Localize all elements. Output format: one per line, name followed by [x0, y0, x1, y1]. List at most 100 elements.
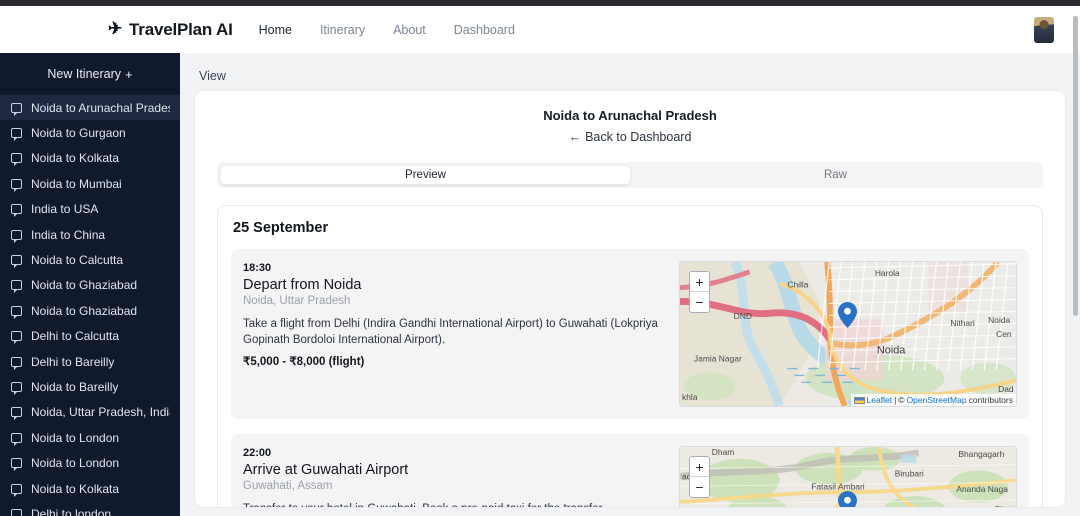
sidebar-item-label: Noida to Ghaziabad	[31, 278, 138, 293]
map-zoom-in-button[interactable]: +	[690, 457, 709, 477]
airplane-icon: ✈	[108, 19, 123, 38]
sidebar-item[interactable]: Delhi to london	[0, 501, 180, 516]
chat-bubble-icon	[11, 255, 22, 269]
brand-logo[interactable]: ✈ TravelPlan AI	[108, 20, 233, 40]
leaflet-link[interactable]: Leaflet	[867, 395, 893, 405]
sidebar-item[interactable]: Noida to Calcutta	[0, 247, 180, 272]
page-title: Noida to Arunachal Pradesh	[543, 108, 717, 123]
openstreetmap-link[interactable]: OpenStreetMap	[907, 395, 967, 405]
event-time: 22:00	[243, 447, 272, 459]
sidebar-item-label: Noida to Kolkata	[31, 481, 120, 496]
map-place-label: Jamia Nagar	[694, 354, 742, 364]
nav-link-itinerary[interactable]: Itinerary	[320, 23, 365, 37]
brand-name: TravelPlan AI	[129, 19, 233, 39]
chat-bubble-icon	[11, 305, 22, 319]
event-description: Transfer to your hotel in Guwahati. Book…	[243, 502, 665, 507]
chat-bubble-icon	[11, 229, 22, 243]
chat-bubble-icon	[11, 458, 22, 472]
nav-link-home[interactable]: Home	[259, 23, 292, 37]
chat-bubble-icon	[11, 331, 22, 345]
attrib-suffix: contributors	[968, 395, 1013, 405]
chat-bubble-icon	[11, 483, 22, 497]
sidebar-item[interactable]: Noida to Mumbai	[0, 171, 180, 196]
sidebar-item-label: Delhi to Bareilly	[31, 354, 115, 369]
chat-bubble-icon	[11, 153, 22, 167]
sidebar-item[interactable]: Delhi to Bareilly	[0, 349, 180, 374]
sidebar-item-label: Noida to London	[31, 430, 120, 445]
tab-raw[interactable]: Raw	[631, 165, 1040, 185]
day-panel: 25 September 18:30 Depart from Noida Noida…	[217, 205, 1043, 507]
sidebar-item[interactable]: Noida to London	[0, 450, 180, 475]
sidebar-item[interactable]: Noida to Gurgaon	[0, 120, 180, 145]
itinerary-list: Noida to Arunachal Pradesh Noida to Gurga…	[0, 95, 180, 516]
new-itinerary-button[interactable]: New Itinerary +	[0, 53, 180, 95]
map-place-label: Bhangagarh	[958, 449, 1004, 459]
map-place-label: Noida	[988, 315, 1010, 325]
sidebar-item-label: India to China	[31, 227, 106, 242]
map-zoom-in-button[interactable]: +	[690, 272, 709, 292]
event-location: Guwahati, Assam	[243, 480, 333, 492]
event-map[interactable]: Harola Chilla DND Nithari Noida Cen Noida Jamia…	[679, 261, 1017, 407]
plus-icon: +	[125, 66, 133, 82]
map-place-label: Cen	[996, 329, 1012, 339]
attrib-separator: |	[894, 395, 897, 405]
main-content: View Noida to Arunachal Pradesh ← Back to…	[180, 53, 1080, 516]
map-place-label: DND	[734, 311, 752, 321]
sidebar-item[interactable]: India to USA	[0, 197, 180, 222]
chat-bubble-icon	[11, 128, 22, 142]
sidebar-item[interactable]: Noida, Uttar Pradesh, India to Ghaz	[0, 400, 180, 425]
itinerary-event: 18:30 Depart from Noida Noida, Uttar Prade…	[231, 249, 1029, 419]
sidebar-item[interactable]: Noida to London	[0, 425, 180, 450]
copyright-symbol: ©	[898, 395, 905, 405]
view-label: View	[199, 69, 226, 83]
sidebar-item-label: Noida to Bareilly	[31, 379, 119, 394]
body-row: New Itinerary + Noida to Arunachal Prade…	[0, 53, 1080, 516]
chat-bubble-icon	[11, 381, 22, 395]
map-zoom-out-button[interactable]: −	[690, 292, 709, 312]
sidebar: New Itinerary + Noida to Arunachal Prade…	[0, 53, 180, 516]
sidebar-item-label: Noida to Arunachal Pradesh	[31, 100, 170, 115]
map-place-label: Nithari	[950, 318, 975, 328]
event-description: Take a flight from Delhi (Indira Gandhi …	[243, 318, 658, 346]
leaflet-flag-icon	[853, 396, 865, 404]
map-zoom-out-button[interactable]: −	[690, 477, 709, 497]
sidebar-item[interactable]: Noida to Kolkata	[0, 476, 180, 501]
new-itinerary-label: New Itinerary	[47, 67, 122, 81]
sidebar-item[interactable]: Noida to Kolkata	[0, 146, 180, 171]
sidebar-item-label: Noida to Ghaziabad	[31, 303, 138, 318]
map-place-label: khla	[682, 392, 698, 402]
sidebar-item[interactable]: Noida to Bareilly	[0, 374, 180, 399]
view-mode-tabs: Preview Raw	[217, 162, 1043, 188]
chat-bubble-icon	[11, 178, 22, 192]
map-location-pin[interactable]	[838, 491, 857, 507]
chat-bubble-icon	[11, 280, 22, 294]
user-avatar[interactable]	[1034, 16, 1054, 43]
event-info: 22:00 Arrive at Guwahati Airport Guwahati,…	[243, 446, 665, 507]
sidebar-item[interactable]: Noida to Ghaziabad	[0, 298, 180, 323]
back-to-dashboard-link[interactable]: ← Back to Dashboard	[217, 130, 1043, 144]
sidebar-item[interactable]: Noida to Arunachal Pradesh	[0, 95, 180, 121]
map-location-pin[interactable]	[838, 302, 857, 328]
chat-bubble-icon	[11, 356, 22, 370]
sidebar-item[interactable]: Delhi to Calcutta	[0, 324, 180, 349]
event-map[interactable]: Dham Bhangagarh Birubari Fatasil Ambari Anan…	[679, 446, 1017, 507]
back-link-label: Back to Dashboard	[585, 130, 692, 144]
tab-preview[interactable]: Preview	[220, 165, 631, 185]
event-title: Arrive at Guwahati Airport	[243, 462, 409, 478]
nav-links: Home Itinerary About Dashboard	[259, 23, 515, 37]
sidebar-item[interactable]: India to China	[0, 222, 180, 247]
chat-bubble-icon	[11, 508, 22, 516]
nav-link-about[interactable]: About	[393, 23, 426, 37]
sidebar-item[interactable]: Noida to Ghaziabad	[0, 273, 180, 298]
map-zoom-controls: + −	[689, 271, 710, 313]
sidebar-item-label: Noida to Kolkata	[31, 151, 120, 166]
map-place-label: Dad	[998, 384, 1014, 394]
event-info: 18:30 Depart from Noida Noida, Uttar Prade…	[243, 261, 665, 407]
nav-link-dashboard[interactable]: Dashboard	[454, 23, 515, 37]
map-zoom-controls: + −	[689, 456, 710, 498]
page-scrollbar[interactable]	[1073, 16, 1078, 316]
sidebar-item-label: Delhi to Calcutta	[31, 329, 120, 344]
day-heading: 25 September	[233, 220, 329, 236]
map-place-label: Dham	[712, 447, 735, 457]
map-place-label: Ananda Naga	[956, 484, 1008, 494]
